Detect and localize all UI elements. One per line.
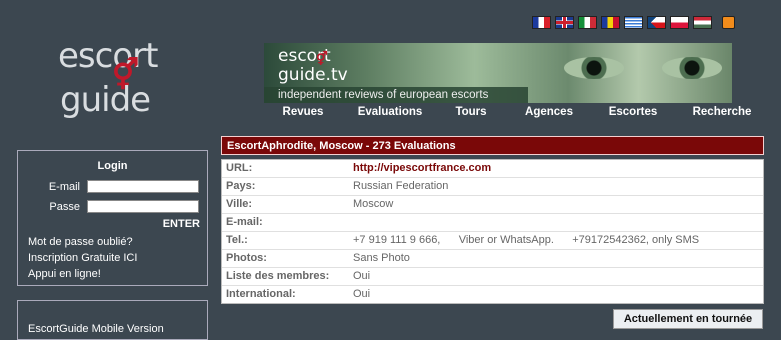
info-value: Moscow [353, 198, 394, 210]
info-row-email: E-mail: [222, 214, 763, 232]
logo-word-1: escort [58, 36, 158, 76]
info-label: Ville: [226, 198, 253, 210]
login-panel: Login E-mail Passe ENTER Mot de passe ou… [17, 150, 208, 286]
nav-tours[interactable]: Tours [438, 106, 504, 118]
info-label: Photos: [226, 252, 267, 264]
uk-flag-icon[interactable] [555, 16, 574, 29]
header-banner: escort ⚥ guide.tv independent reviews of… [264, 43, 732, 103]
info-value: Sans Photo [353, 252, 410, 264]
info-label: Pays: [226, 180, 256, 192]
info-value [353, 214, 763, 231]
logo-word-2: guide [60, 80, 151, 120]
info-row-members: Liste des membres: Oui [222, 268, 763, 286]
forgot-password-link[interactable]: Mot de passe oublié? [28, 236, 133, 248]
mobile-version-link[interactable]: EscortGuide Mobile Version [28, 323, 164, 335]
romanian-flag-icon[interactable] [601, 16, 620, 29]
left-eye-image [564, 57, 624, 79]
info-row-international: International: Oui [222, 286, 763, 303]
nav-evaluations[interactable]: Evaluations [342, 106, 438, 118]
password-field[interactable] [87, 200, 199, 213]
info-row-phone: Tel.: +7 919 111 9 666, Viber or WhatsAp… [222, 232, 763, 250]
info-row-photos: Photos: Sans Photo [222, 250, 763, 268]
now-touring-button[interactable]: Actuellement en tournée [613, 309, 763, 329]
polish-flag-icon[interactable] [670, 16, 689, 29]
info-value: Russian Federation [353, 180, 449, 192]
nav-escortes[interactable]: Escortes [594, 106, 672, 118]
nav-revues[interactable]: Revues [264, 106, 342, 118]
site-logo[interactable]: escort ⚥ guide [58, 36, 173, 126]
listing-info-table: URL: http://vipescortfrance.com Pays: Ru… [221, 159, 764, 304]
listing-title: EscortAphrodite, Moscow - 273 Evaluation… [221, 136, 764, 155]
website-link[interactable]: http://vipescortfrance.com [353, 160, 763, 177]
login-title: Login [97, 160, 128, 172]
banner-tagline: independent reviews of european escorts [264, 87, 528, 103]
email-field[interactable] [87, 180, 199, 193]
info-value: Oui [353, 270, 371, 282]
info-label: Tel.: [226, 234, 248, 246]
nav-agences[interactable]: Agences [504, 106, 594, 118]
email-label: E-mail [48, 181, 80, 193]
info-row-country: Pays: Russian Federation [222, 178, 763, 196]
greek-flag-icon[interactable] [624, 16, 643, 29]
online-support-link[interactable]: Appui en ligne! [28, 268, 101, 280]
info-label: URL: [226, 162, 253, 174]
enter-button[interactable]: ENTER [163, 218, 200, 230]
mobile-panel: EscortGuide Mobile Version [17, 300, 208, 340]
info-label: E-mail: [226, 216, 263, 228]
czech-flag-icon[interactable] [647, 16, 666, 29]
free-signup-link[interactable]: Inscription Gratuite ICI [28, 252, 137, 264]
hungarian-flag-icon[interactable] [693, 16, 712, 29]
french-flag-icon[interactable] [532, 16, 551, 29]
main-nav: Revues Evaluations Tours Agences Escorte… [264, 106, 781, 118]
info-row-city: Ville: Moscow [222, 196, 763, 214]
banner-word-2: guide.tv [278, 65, 348, 85]
nav-recherche[interactable]: Recherche [672, 106, 772, 118]
info-label: International: [226, 288, 296, 300]
rss-icon[interactable] [722, 16, 735, 29]
info-row-url: URL: http://vipescortfrance.com [222, 160, 763, 178]
info-value: Oui [353, 288, 371, 300]
info-label: Liste des membres: [226, 270, 330, 282]
language-flags [532, 16, 735, 29]
info-value: +7 919 111 9 666, Viber or WhatsApp. +79… [353, 234, 700, 246]
password-label: Passe [49, 201, 80, 213]
right-eye-image [662, 57, 722, 79]
italian-flag-icon[interactable] [578, 16, 597, 29]
